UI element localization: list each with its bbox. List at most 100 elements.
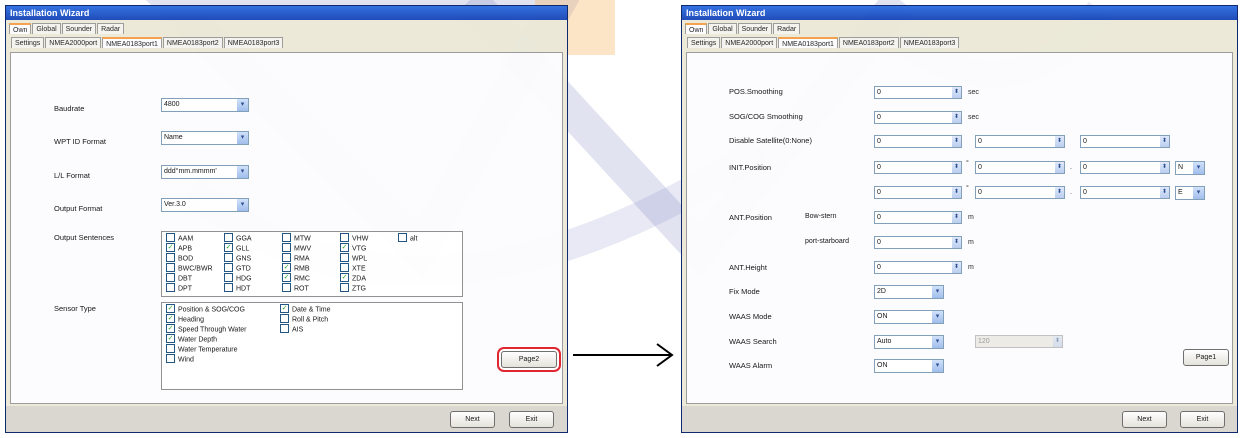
unchecked-box-icon[interactable] [282, 243, 291, 252]
checkbox-rot[interactable]: ROT [282, 283, 309, 293]
ll-format-select[interactable]: ddd°mm.mmmm' ▾ [161, 165, 249, 179]
spin-arrows-icon[interactable]: ⬍ [952, 162, 961, 173]
init-lat-hemisphere-select[interactable]: N ▾ [1175, 161, 1205, 175]
checkbox-xte[interactable]: XTE [340, 263, 366, 273]
wpt-id-format-select[interactable]: Name ▾ [161, 131, 249, 145]
unchecked-box-icon[interactable] [224, 283, 233, 292]
tab-nmea0183port2[interactable]: NMEA0183port2 [838, 37, 899, 48]
spin-arrows-icon[interactable]: ⬍ [952, 136, 961, 147]
init-lon-hemisphere-select[interactable]: E ▾ [1175, 186, 1205, 200]
unchecked-box-icon[interactable] [166, 344, 175, 353]
unchecked-box-icon[interactable] [224, 263, 233, 272]
checkbox-mwv[interactable]: MWV [282, 243, 311, 253]
spin-arrows-icon[interactable]: ⬍ [1055, 187, 1064, 198]
sog-cog-smoothing-spinner[interactable]: 0 ⬍ [874, 111, 962, 124]
tab-radar[interactable]: Radar [97, 23, 125, 34]
checkbox-hdg[interactable]: HDG [224, 273, 252, 283]
spin-arrows-icon[interactable]: ⬍ [1160, 187, 1169, 198]
port-starboard-spinner[interactable]: 0 ⬍ [874, 236, 962, 249]
tab-nmea0183port3[interactable]: NMEA0183port3 [223, 37, 284, 48]
page1-button[interactable]: Page1 [1183, 349, 1229, 366]
tab-nmea2000port[interactable]: NMEA2000port [45, 37, 102, 48]
checked-box-icon[interactable]: ✓ [166, 334, 175, 343]
checkbox-speed-through-water[interactable]: ✓ Speed Through Water [166, 324, 247, 334]
unchecked-box-icon[interactable] [398, 233, 407, 242]
tab-nmea0183port3[interactable]: NMEA0183port3 [899, 37, 960, 48]
ant-height-spinner[interactable]: 0 ⬍ [874, 261, 962, 274]
checkbox-position-sog-cog[interactable]: ✓ Position & SOG/COG [166, 304, 245, 314]
disable-satellite-spinner-1[interactable]: 0 ⬍ [874, 135, 962, 148]
init-lat-min-spinner[interactable]: 0 ⬍ [975, 161, 1065, 174]
checked-box-icon[interactable]: ✓ [340, 243, 349, 252]
tab-global[interactable]: Global [708, 23, 737, 34]
tab-sounder[interactable]: Sounder [737, 23, 773, 34]
next-button[interactable]: Next [1122, 411, 1167, 428]
init-lon-frac-spinner[interactable]: 0 ⬍ [1080, 186, 1170, 199]
waas-alarm-select[interactable]: ON ▾ [874, 359, 944, 373]
checkbox-aam[interactable]: AAM [166, 233, 193, 243]
init-lon-min-spinner[interactable]: 0 ⬍ [975, 186, 1065, 199]
checkbox-gll[interactable]: ✓ GLL [224, 243, 249, 253]
unchecked-box-icon[interactable] [166, 263, 175, 272]
checked-box-icon[interactable]: ✓ [340, 273, 349, 282]
unchecked-box-icon[interactable] [224, 273, 233, 282]
exit-button[interactable]: Exit [1180, 411, 1225, 428]
next-button[interactable]: Next [450, 411, 495, 428]
tab-nmea0183port1[interactable]: NMEA0183port1 [102, 37, 162, 48]
checkbox-roll-pitch[interactable]: Roll & Pitch [280, 314, 328, 324]
checked-box-icon[interactable]: ✓ [166, 304, 175, 313]
checkbox-rmb[interactable]: ✓ RMB [282, 263, 310, 273]
checkbox-alt[interactable]: alt [398, 233, 417, 243]
spin-arrows-icon[interactable]: ⬍ [952, 262, 961, 273]
checked-box-icon[interactable]: ✓ [282, 263, 291, 272]
bow-stern-spinner[interactable]: 0 ⬍ [874, 211, 962, 224]
pos-smoothing-spinner[interactable]: 0 ⬍ [874, 86, 962, 99]
checkbox-gga[interactable]: GGA [224, 233, 252, 243]
checkbox-dpt[interactable]: DPT [166, 283, 192, 293]
unchecked-box-icon[interactable] [224, 253, 233, 262]
tab-own[interactable]: Own [9, 23, 32, 34]
checkbox-wpl[interactable]: WPL [340, 253, 367, 263]
spin-arrows-icon[interactable]: ⬍ [952, 112, 961, 123]
baudrate-select[interactable]: 4800 ▾ [161, 98, 249, 112]
tab-radar[interactable]: Radar [773, 23, 801, 34]
unchecked-box-icon[interactable] [224, 233, 233, 242]
checked-box-icon[interactable]: ✓ [166, 324, 175, 333]
spin-arrows-icon[interactable]: ⬍ [952, 87, 961, 98]
unchecked-box-icon[interactable] [282, 253, 291, 262]
spin-arrows-icon[interactable]: ⬍ [1055, 136, 1064, 147]
spin-arrows-icon[interactable]: ⬍ [1055, 162, 1064, 173]
spin-arrows-icon[interactable]: ⬍ [1160, 136, 1169, 147]
checkbox-wind[interactable]: Wind [166, 354, 194, 364]
init-lat-deg-spinner[interactable]: 0 ⬍ [874, 161, 962, 174]
checkbox-gtd[interactable]: GTD [224, 263, 251, 273]
output-format-select[interactable]: Ver.3.0 ▾ [161, 198, 249, 212]
unchecked-box-icon[interactable] [166, 273, 175, 282]
disable-satellite-spinner-2[interactable]: 0 ⬍ [975, 135, 1065, 148]
tab-sounder[interactable]: Sounder [61, 23, 97, 34]
init-lon-deg-spinner[interactable]: 0 ⬍ [874, 186, 962, 199]
tab-nmea0183port2[interactable]: NMEA0183port2 [162, 37, 223, 48]
unchecked-box-icon[interactable] [280, 324, 289, 333]
spin-arrows-icon[interactable]: ⬍ [952, 187, 961, 198]
checked-box-icon[interactable]: ✓ [166, 243, 175, 252]
checked-box-icon[interactable]: ✓ [166, 314, 175, 323]
tab-nmea0183port1[interactable]: NMEA0183port1 [778, 37, 838, 48]
unchecked-box-icon[interactable] [282, 233, 291, 242]
init-lat-frac-spinner[interactable]: 0 ⬍ [1080, 161, 1170, 174]
spin-arrows-icon[interactable]: ⬍ [952, 212, 961, 223]
unchecked-box-icon[interactable] [282, 283, 291, 292]
waas-search-select[interactable]: Auto ▾ [874, 335, 944, 349]
disable-satellite-spinner-3[interactable]: 0 ⬍ [1080, 135, 1170, 148]
fix-mode-select[interactable]: 2D ▾ [874, 285, 944, 299]
checkbox-ztg[interactable]: ZTG [340, 283, 366, 293]
unchecked-box-icon[interactable] [166, 283, 175, 292]
page2-button[interactable]: Page2 [501, 351, 557, 368]
tab-settings[interactable]: Settings [11, 37, 45, 48]
spin-arrows-icon[interactable]: ⬍ [952, 237, 961, 248]
spin-arrows-icon[interactable]: ⬍ [1160, 162, 1169, 173]
unchecked-box-icon[interactable] [166, 354, 175, 363]
checkbox-gns[interactable]: GNS [224, 253, 251, 263]
tab-nmea2000port[interactable]: NMEA2000port [721, 37, 778, 48]
unchecked-box-icon[interactable] [166, 233, 175, 242]
